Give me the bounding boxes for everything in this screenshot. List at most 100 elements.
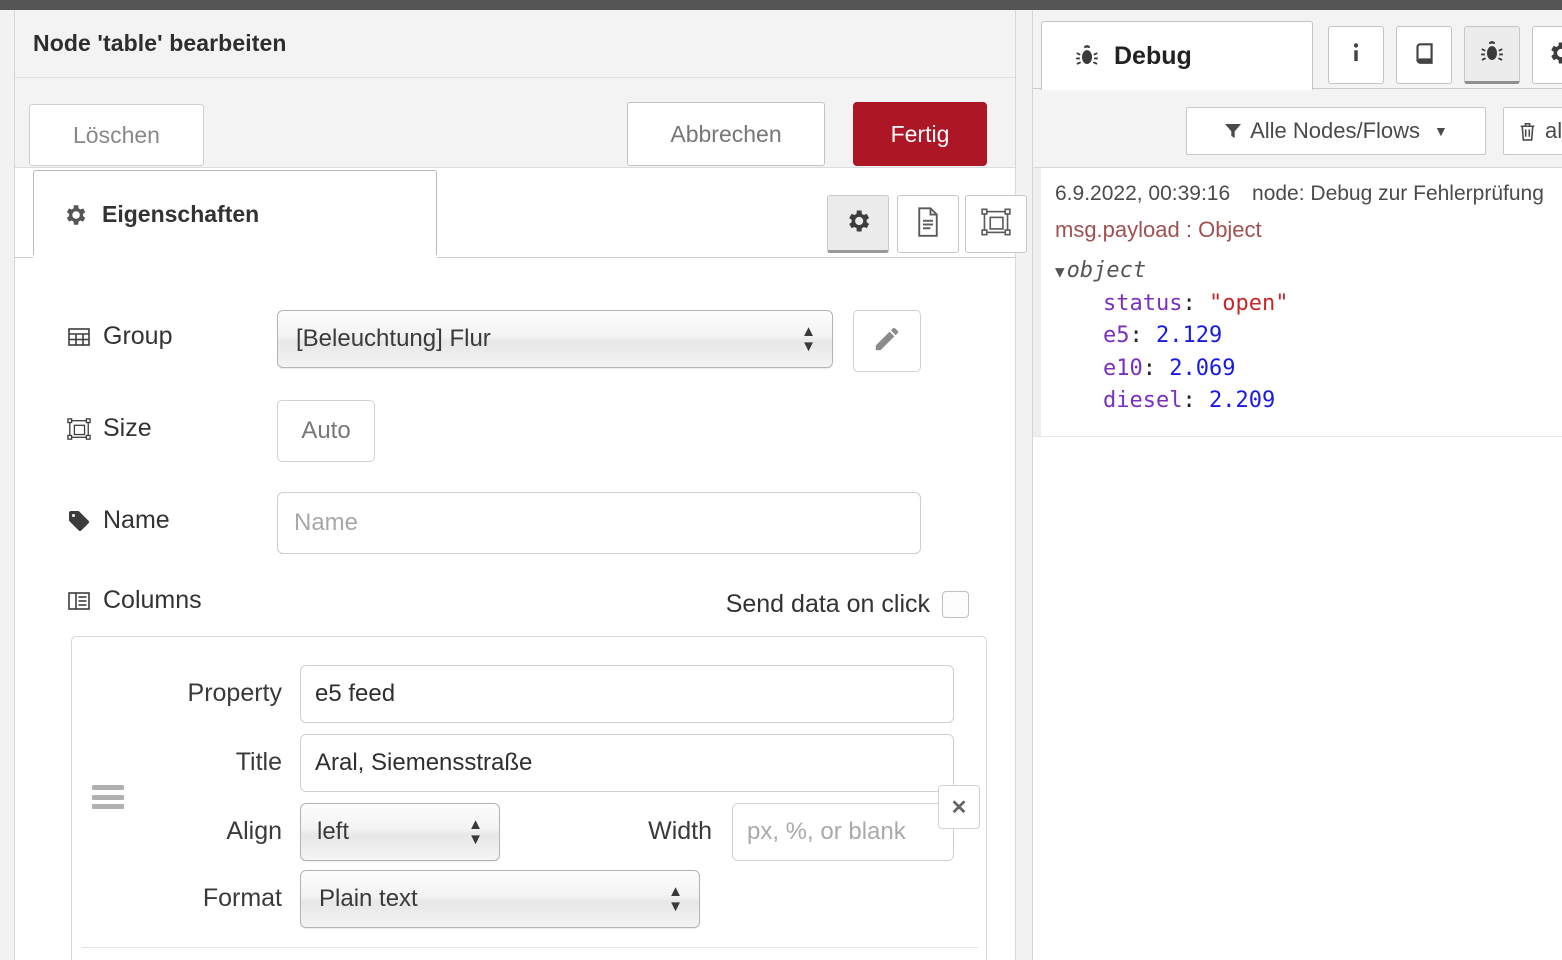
columns-header-row: Columns Send data on click — [15, 586, 1015, 632]
debug-payload-object: ▼object status: "open" e5: 2.129 e10: 2.… — [1055, 255, 1562, 418]
cancel-button[interactable]: Abbrechen — [627, 102, 825, 166]
dialog-header: Node 'table' bearbeiten — [15, 10, 1015, 78]
debug-entry-value: "open" — [1208, 290, 1289, 316]
panel-button-description[interactable] — [897, 195, 959, 253]
sidebar-button-config[interactable] — [1532, 26, 1562, 84]
format-select-value: Plain text — [319, 885, 418, 912]
resize-icon — [67, 417, 91, 441]
debug-clear-label: al — [1545, 118, 1562, 143]
tag-icon — [67, 509, 91, 533]
gear-icon — [1546, 39, 1562, 72]
done-button[interactable]: Fertig — [853, 102, 987, 166]
bug-icon — [1479, 39, 1505, 70]
debug-filter-select[interactable]: Alle Nodes/Flows ▼ — [1186, 107, 1486, 155]
panel-button-properties[interactable] — [827, 195, 889, 253]
bug-icon — [1074, 43, 1100, 69]
debug-sidebar: Debug Alle Nodes/Flows ▼ al 6.9.2022, 00… — [1032, 10, 1562, 960]
debug-object-root-label: object — [1066, 258, 1147, 283]
page-title: Node 'table' bearbeiten — [33, 30, 287, 56]
book-icon — [1411, 40, 1437, 71]
align-label: Align — [226, 817, 282, 845]
field-row-size: Size Auto — [15, 400, 1015, 472]
debug-filter-label: Alle Nodes/Flows — [1250, 118, 1421, 143]
group-select[interactable]: [Beleuchtung] Flur ▲ ▼ — [277, 310, 833, 368]
chevron-down-icon[interactable]: ▼ — [1055, 262, 1065, 281]
debug-entry-value: 2.209 — [1208, 388, 1276, 414]
trash-icon — [1518, 121, 1537, 142]
description-icon — [915, 206, 941, 242]
chevron-updown-icon: ▲ ▼ — [801, 323, 816, 355]
field-row-name: Name — [15, 492, 1015, 564]
delete-button[interactable]: Löschen — [29, 104, 204, 166]
debug-source-node: node: Debug zur Fehlerprüfung — [1252, 182, 1544, 205]
edit-group-button[interactable] — [853, 310, 921, 372]
tab-underlay — [33, 255, 437, 259]
name-label: Name — [67, 506, 170, 535]
debug-object-entry: e5: 2.129 — [1103, 323, 1223, 349]
group-label: Group — [67, 322, 172, 351]
columns-label-text: Columns — [103, 586, 202, 614]
columns-label: Columns — [67, 586, 202, 615]
drag-handle-icon[interactable] — [92, 785, 124, 809]
column-item: Property Title Align left ▲▼ Width Forma… — [72, 637, 986, 948]
debug-entry-key: status — [1103, 290, 1183, 316]
sidebar-button-debug[interactable] — [1464, 26, 1520, 84]
name-label-text: Name — [103, 506, 170, 534]
send-data-on-click-checkbox[interactable] — [942, 591, 969, 618]
debug-message[interactable]: 6.9.2022, 00:39:16 node: Debug zur Fehle… — [1033, 168, 1562, 437]
debug-entry-value: 2.069 — [1169, 355, 1236, 381]
width-label: Width — [648, 817, 712, 845]
debug-message-list[interactable]: 6.9.2022, 00:39:16 node: Debug zur Fehle… — [1033, 168, 1562, 960]
tab-properties[interactable]: Eigenschaften — [33, 170, 437, 258]
list-icon — [67, 589, 91, 613]
chevron-updown-icon: ▲ ▼ — [668, 883, 683, 915]
size-label: Size — [67, 414, 152, 443]
debug-message-meta: 6.9.2022, 00:39:16 node: Debug zur Fehle… — [1055, 182, 1562, 206]
debug-clear-button[interactable]: al — [1503, 107, 1562, 155]
align-select-value: left — [317, 818, 350, 845]
debug-entry-key: e5 — [1103, 323, 1130, 349]
panel-button-appearance[interactable] — [965, 195, 1027, 253]
format-select[interactable]: Plain text ▲ ▼ — [300, 870, 700, 928]
chevron-down-icon: ▼ — [1434, 123, 1448, 139]
tab-properties-label: Eigenschaften — [102, 201, 260, 227]
width-input[interactable] — [732, 803, 954, 861]
send-data-on-click-control[interactable]: Send data on click — [726, 590, 969, 619]
align-select[interactable]: left ▲ ▼ — [300, 803, 500, 861]
pencil-icon — [872, 324, 902, 359]
chevron-updown-icon: ▲ ▼ — [468, 816, 483, 848]
tab-debug[interactable]: Debug — [1041, 21, 1313, 90]
debug-object-entry: e10: 2.069 — [1103, 355, 1236, 381]
name-input[interactable] — [277, 492, 921, 554]
table-icon — [67, 325, 91, 349]
dialog-tabs-row: Eigenschaften — [15, 168, 1027, 259]
debug-entry-value: 2.129 — [1156, 323, 1223, 349]
size-label-text: Size — [103, 414, 152, 442]
title-input[interactable] — [300, 734, 954, 792]
gear-icon — [844, 207, 872, 240]
debug-toolbar: Alle Nodes/Flows ▼ al — [1033, 89, 1562, 168]
gear-icon — [62, 202, 88, 228]
debug-timestamp: 6.9.2022, 00:39:16 — [1055, 182, 1231, 205]
title-label: Title — [235, 748, 282, 776]
sidebar-button-help[interactable] — [1396, 26, 1452, 84]
resize-icon — [981, 208, 1011, 241]
dialog-toolbar: Löschen Abbrechen Fertig — [15, 78, 1015, 168]
sidebar-button-info[interactable] — [1328, 26, 1384, 84]
debug-message-topic: msg.payload : Object — [1055, 217, 1262, 242]
properties-form: Group [Beleuchtung] Flur ▲ ▼ Size Auto N… — [15, 258, 1015, 960]
format-label: Format — [202, 884, 282, 912]
debug-tab-bar: Debug — [1033, 10, 1562, 90]
debug-object-root[interactable]: ▼object — [1055, 255, 1562, 288]
window-top-bar — [0, 0, 1562, 10]
size-auto-button[interactable]: Auto — [277, 400, 375, 462]
group-label-text: Group — [103, 322, 173, 350]
property-input[interactable] — [300, 665, 954, 723]
debug-entry-key: e10 — [1103, 355, 1143, 381]
remove-column-button[interactable]: ✕ — [938, 785, 980, 829]
column-divider — [82, 947, 978, 948]
debug-object-entry: status: "open" — [1103, 290, 1289, 316]
field-row-group: Group [Beleuchtung] Flur ▲ ▼ — [15, 310, 1015, 380]
group-select-value: [Beleuchtung] Flur — [296, 325, 491, 352]
send-data-on-click-label: Send data on click — [725, 590, 930, 618]
